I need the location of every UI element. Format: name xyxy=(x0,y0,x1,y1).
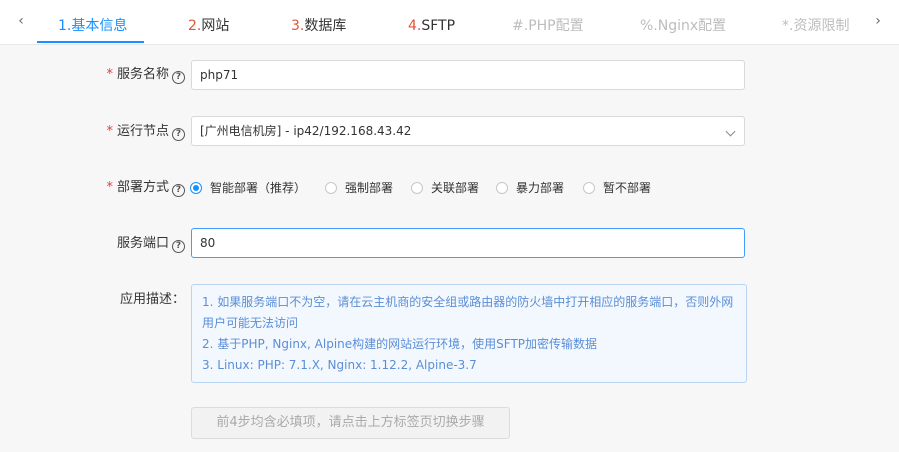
deploy-mode-label: * 部署方式? xyxy=(106,180,185,197)
radio-no-deploy[interactable]: 暂不部署 xyxy=(583,180,651,196)
step-tabs: ‹ 1.基本信息 2.网站 3.数据库 4.SFTP #.PHP配置 %.Ngi… xyxy=(0,0,899,45)
tab-resource-limits: *.资源限制 xyxy=(782,18,850,34)
service-port-label: 服务端口? xyxy=(117,236,185,253)
radio-unchecked-icon xyxy=(325,182,337,194)
radio-linked-deploy[interactable]: 关联部署 xyxy=(411,180,479,196)
tab-website[interactable]: 2.网站 xyxy=(188,17,229,35)
radio-smart-deploy[interactable]: 智能部署（推荐） xyxy=(190,180,306,196)
service-port-input[interactable]: 80 xyxy=(191,228,745,258)
service-name-input[interactable]: php71 xyxy=(191,60,745,90)
radio-unchecked-icon xyxy=(496,182,508,194)
tab-nginx-config: %.Nginx配置 xyxy=(640,18,727,34)
tab-prev-icon[interactable]: ‹ xyxy=(14,14,28,28)
radio-unchecked-icon xyxy=(411,182,423,194)
submit-button[interactable]: 前4步均含必填项，请点击上方标签页切换步骤 xyxy=(191,407,510,439)
help-icon[interactable]: ? xyxy=(172,128,185,141)
description-line: 1. 如果服务端口不为空，请在云主机商的安全组或路由器的防火墙中打开相应的服务端… xyxy=(202,295,734,309)
tab-sftp[interactable]: 4.SFTP xyxy=(408,17,455,35)
description-line: 2. 基于PHP, Nginx, Alpine构建的网站运行环境，使用SFTP加… xyxy=(202,337,598,351)
help-icon[interactable]: ? xyxy=(172,184,185,197)
description-line: 用户可能无法访问 xyxy=(202,316,299,330)
help-icon[interactable]: ? xyxy=(172,71,185,84)
chevron-down-icon xyxy=(725,126,736,137)
app-description-label: 应用描述： xyxy=(119,292,185,307)
radio-checked-icon xyxy=(190,182,202,194)
tab-database[interactable]: 3.数据库 xyxy=(291,17,346,35)
run-node-select[interactable]: [广州电信机房] - ip42/192.168.43.42 xyxy=(191,116,745,146)
tab-basic-info[interactable]: 1.基本信息 xyxy=(58,17,127,35)
radio-brute-deploy[interactable]: 暴力部署 xyxy=(496,180,564,196)
run-node-value: [广州电信机房] - ip42/192.168.43.42 xyxy=(200,124,412,138)
help-icon[interactable]: ? xyxy=(172,240,185,253)
description-line: 3. Linux: PHP: 7.1.X, Nginx: 1.12.2, Alp… xyxy=(202,358,477,372)
service-name-label: * 服务名称? xyxy=(106,67,185,84)
tab-php-config: #.PHP配置 xyxy=(512,18,584,34)
active-tab-indicator xyxy=(37,41,144,43)
radio-unchecked-icon xyxy=(583,182,595,194)
radio-force-deploy[interactable]: 强制部署 xyxy=(325,180,393,196)
run-node-label: * 运行节点? xyxy=(106,124,185,141)
tab-next-icon[interactable]: › xyxy=(871,14,885,28)
app-description-box: 1. 如果服务端口不为空，请在云主机商的安全组或路由器的防火墙中打开相应的服务端… xyxy=(191,284,747,383)
